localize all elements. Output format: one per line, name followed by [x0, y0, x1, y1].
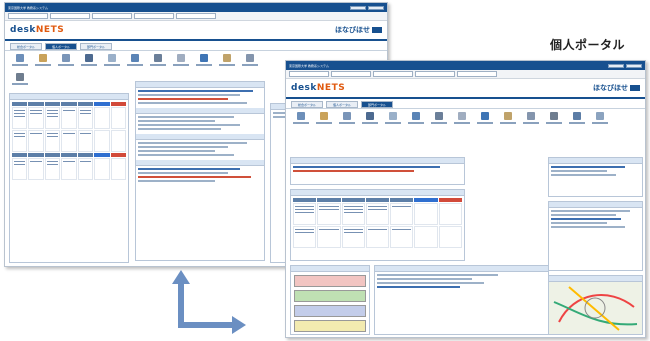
schedule-icon[interactable]	[337, 112, 357, 128]
back-window-titlebar: 東京国際大学 教務系システム	[5, 3, 387, 12]
book-icon[interactable]	[406, 112, 426, 128]
front-side-panel-2	[548, 201, 643, 271]
front-nav-4[interactable]	[415, 71, 455, 77]
back-nav-1[interactable]	[8, 13, 48, 19]
back-nav-3[interactable]	[92, 13, 132, 19]
front-news-panel	[290, 157, 465, 185]
front-nav-3[interactable]	[373, 71, 413, 77]
slide: 個人ポータル 東京国際大学 教務系システム deskNETS ほなびほせ 総合ポ…	[0, 0, 650, 341]
calendar-icon[interactable]	[521, 112, 541, 128]
calendar-icon[interactable]	[240, 54, 260, 70]
link-icon[interactable]	[590, 112, 610, 128]
back-logo-row: deskNETS ほなびほせ	[5, 21, 387, 41]
back-window-title: 東京国際大学 教務系システム	[8, 5, 48, 10]
settings-icon[interactable]	[10, 73, 30, 89]
back-calendar-panel	[9, 93, 129, 263]
front-calendar	[291, 196, 464, 250]
link-box-red[interactable]	[294, 275, 366, 287]
back-brand-mark	[372, 27, 382, 33]
file-icon[interactable]	[102, 54, 122, 70]
back-news-panel	[135, 81, 265, 261]
user-icon[interactable]	[79, 54, 99, 70]
front-logo-row: deskNETS ほなびほせ	[286, 79, 645, 99]
front-side-panel-1	[548, 157, 643, 197]
back-tab-2[interactable]: 部門ポータル	[80, 43, 112, 50]
back-nav-2[interactable]	[50, 13, 90, 19]
front-window-button[interactable]	[626, 63, 642, 68]
route-map[interactable]	[549, 282, 642, 334]
mail-icon[interactable]	[33, 54, 53, 70]
mail-icon[interactable]	[314, 112, 334, 128]
front-list-panel	[374, 265, 549, 335]
pen-icon[interactable]	[452, 112, 472, 128]
front-tabs: 総合ポータル 個人ポータル 部門ポータル	[286, 99, 645, 109]
front-nav-5[interactable]	[457, 71, 497, 77]
front-tab-1[interactable]: 個人ポータル	[326, 101, 358, 108]
chat-icon[interactable]	[567, 112, 587, 128]
front-brand: ほなびほせ	[593, 84, 628, 92]
user-icon[interactable]	[360, 112, 380, 128]
folder-icon[interactable]	[217, 54, 237, 70]
back-nav-5[interactable]	[176, 13, 216, 19]
link-box-blue[interactable]	[294, 305, 366, 317]
front-search-box[interactable]	[608, 63, 624, 68]
front-window: 東京国際大学 教務系システム deskNETS ほなびほせ 総合ポータル 個人ポ…	[285, 60, 646, 338]
front-icon-row	[286, 109, 645, 131]
back-search-box[interactable]	[350, 5, 366, 10]
link-box-yellow[interactable]	[294, 320, 366, 332]
front-map-panel	[548, 275, 643, 335]
pen-icon[interactable]	[171, 54, 191, 70]
front-logo: deskNETS	[291, 83, 346, 93]
file-icon[interactable]	[383, 112, 403, 128]
book-icon[interactable]	[125, 54, 145, 70]
link-box-green[interactable]	[294, 290, 366, 302]
notice-icon[interactable]	[10, 54, 30, 70]
globe-icon[interactable]	[194, 54, 214, 70]
chart-icon[interactable]	[429, 112, 449, 128]
front-tab-0[interactable]: 総合ポータル	[291, 101, 323, 108]
front-tab-2[interactable]: 部門ポータル	[361, 101, 393, 108]
back-nav-4[interactable]	[134, 13, 174, 19]
arrow-up-icon	[172, 270, 190, 284]
front-window-titlebar: 東京国際大学 教務系システム	[286, 61, 645, 70]
arrow-shaft-horizontal	[178, 322, 233, 328]
folder-icon[interactable]	[498, 112, 518, 128]
back-window-button[interactable]	[368, 5, 384, 10]
globe-icon[interactable]	[475, 112, 495, 128]
back-tab-0[interactable]: 総合ポータル	[10, 43, 42, 50]
back-brand: ほなびほせ	[335, 26, 370, 34]
back-tabs: 総合ポータル 個人ポータル 部門ポータル	[5, 41, 387, 51]
back-navbar	[5, 12, 387, 21]
back-calendar	[10, 100, 128, 182]
front-brand-mark	[630, 85, 640, 91]
back-tab-1[interactable]: 個人ポータル	[45, 43, 77, 50]
caption-label: 個人ポータル	[550, 38, 626, 52]
front-window-title: 東京国際大学 教務系システム	[289, 63, 329, 68]
chart-icon[interactable]	[148, 54, 168, 70]
front-navbar	[286, 70, 645, 79]
back-logo: deskNETS	[10, 25, 65, 35]
schedule-icon[interactable]	[56, 54, 76, 70]
notice-icon[interactable]	[291, 112, 311, 128]
front-calendar-panel	[290, 189, 465, 261]
front-nav-2[interactable]	[331, 71, 371, 77]
arrow-right-icon	[232, 316, 246, 334]
settings-icon[interactable]	[544, 112, 564, 128]
front-links-panel	[290, 265, 370, 335]
front-nav-1[interactable]	[289, 71, 329, 77]
